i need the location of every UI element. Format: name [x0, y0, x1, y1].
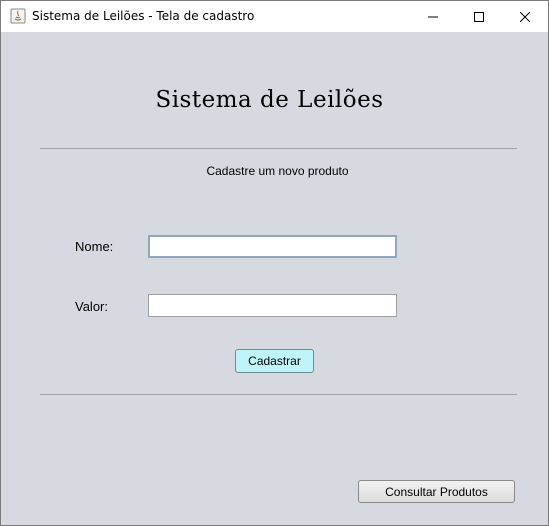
nome-label: Nome:: [75, 239, 114, 254]
consultar-produtos-button[interactable]: Consultar Produtos: [358, 480, 515, 503]
valor-label: Valor:: [75, 299, 108, 314]
minimize-icon: [428, 16, 438, 17]
minimize-button[interactable]: [410, 1, 456, 32]
valor-field[interactable]: [148, 294, 397, 317]
maximize-button[interactable]: [456, 1, 502, 32]
form-panel: Sistema de Leilões Cadastre um novo prod…: [1, 32, 548, 525]
form-subtitle: Cadastre um novo produto: [206, 164, 349, 178]
top-separator: [40, 148, 517, 149]
nome-field[interactable]: [148, 235, 397, 258]
maximize-icon: [474, 11, 484, 22]
close-icon: [520, 11, 530, 22]
java-app-icon: [10, 8, 26, 24]
app-window: Sistema de Leilões - Tela de cadastro Si…: [0, 0, 549, 526]
page-title: Sistema de Leilões: [155, 87, 384, 113]
title-bar[interactable]: Sistema de Leilões - Tela de cadastro: [1, 1, 548, 32]
window-title: Sistema de Leilões - Tela de cadastro: [32, 9, 255, 23]
bottom-separator: [40, 394, 517, 395]
close-button[interactable]: [502, 1, 548, 32]
cadastrar-button[interactable]: Cadastrar: [235, 349, 314, 373]
